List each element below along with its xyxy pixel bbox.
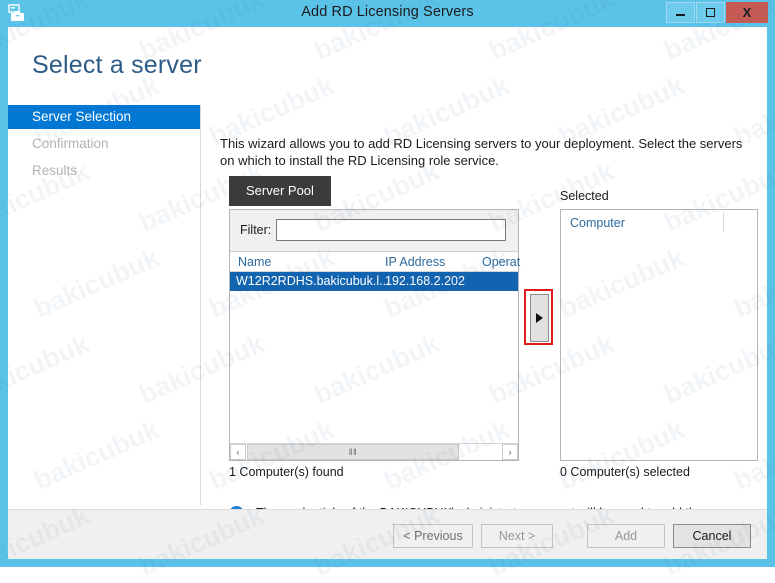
nav-divider — [200, 105, 201, 505]
add-button[interactable]: Add — [587, 524, 665, 548]
sidebar-item-server-selection[interactable]: Server Selection — [8, 105, 200, 129]
selected-label: Selected — [560, 189, 609, 203]
column-header-computer[interactable]: Computer — [570, 216, 625, 230]
scrollbar-thumb[interactable]: ‖‖ — [247, 444, 459, 460]
column-header-name[interactable]: Name — [238, 255, 271, 269]
next-button[interactable]: Next > — [481, 524, 553, 548]
client-area: Select a server Server Selection Confirm… — [8, 27, 767, 559]
maximize-icon — [706, 8, 715, 17]
column-header-operating-system[interactable]: Operat — [482, 255, 520, 269]
right-triangle-icon — [536, 313, 543, 323]
pool-status-text: 1 Computer(s) found — [229, 465, 344, 479]
server-pool-panel: Filter: Name IP Address Operat W12R2RDHS… — [229, 209, 520, 461]
tab-server-pool[interactable]: Server Pool — [229, 176, 331, 206]
close-button[interactable]: X — [726, 2, 768, 23]
sidebar-item-results[interactable]: Results — [8, 159, 200, 183]
previous-button[interactable]: < Previous — [393, 524, 473, 548]
selected-status-text: 0 Computer(s) selected — [560, 465, 690, 479]
horizontal-scrollbar[interactable]: ‹ ‖‖ › — [230, 443, 518, 460]
scroll-left-arrow-icon[interactable]: ‹ — [230, 444, 246, 460]
intro-text: This wizard allows you to add RD Licensi… — [220, 136, 743, 168]
filter-label: Filter: — [240, 223, 272, 237]
title-bar: Add RD Licensing Servers X — [0, 0, 775, 27]
sidebar-item-confirmation[interactable]: Confirmation — [8, 132, 200, 156]
column-header-ip-address[interactable]: IP Address — [385, 255, 445, 269]
page-title: Select a server — [32, 51, 202, 79]
filter-row: Filter: — [230, 210, 518, 252]
scrollbar-grip-icon: ‖‖ — [348, 447, 358, 457]
pool-column-headers: Name IP Address Operat — [230, 252, 520, 272]
filter-input[interactable] — [276, 219, 506, 241]
minimize-button[interactable] — [666, 2, 695, 23]
row-server-name: W12R2RDHS.bakicubuk.l... — [236, 274, 390, 288]
transfer-button-highlight — [524, 289, 553, 345]
maximize-button[interactable] — [696, 2, 725, 23]
cancel-button[interactable]: Cancel — [673, 524, 751, 548]
selected-list-panel[interactable]: Computer — [560, 209, 758, 461]
window-title: Add RD Licensing Servers — [301, 4, 474, 20]
wizard-window: Add RD Licensing Servers X Select a serv… — [0, 0, 775, 582]
table-row[interactable]: W12R2RDHS.bakicubuk.l... 192.168.2.202 — [230, 272, 518, 291]
minimize-icon — [676, 14, 685, 16]
footer-bar: < Previous Next > Add Cancel — [8, 509, 767, 559]
column-divider — [723, 212, 724, 232]
add-to-selected-button[interactable] — [530, 294, 549, 342]
tab-strip: Server Pool — [229, 176, 749, 206]
wizard-nav: Server Selection Confirmation Results — [8, 105, 200, 186]
row-ip-address: 192.168.2.202 — [385, 274, 465, 288]
scroll-right-arrow-icon[interactable]: › — [502, 444, 518, 460]
